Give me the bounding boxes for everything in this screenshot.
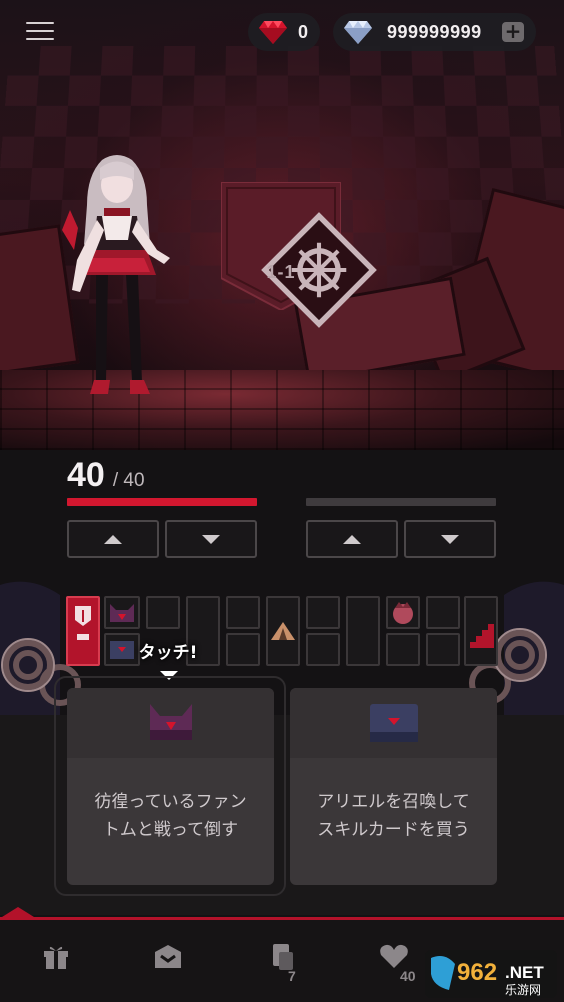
map-cell[interactable] [426,633,460,666]
treasure-chest-icon [369,704,418,742]
card-text-line: 彷徨っているファン [94,792,247,812]
player-hp: 40 / 40 [67,456,145,495]
svg-text:乐游网: 乐游网 [505,983,541,997]
stage-banner[interactable]: 1-1 [220,181,377,328]
card-text-line: スキルカードを買う [317,820,470,840]
stage-label: 1-1 [266,262,296,282]
map-cell-enemy[interactable] [104,596,140,629]
tap-tooltip: タッチ! [138,643,198,663]
arrow-down-icon [202,534,220,544]
map-cell[interactable] [146,596,180,629]
card-description: 彷徨っているファン トムと戦って倒す [67,788,274,844]
heart-count: 40 [400,968,416,984]
ruby-count: 0 [298,21,309,42]
heroine-character [62,155,170,394]
card-header [290,688,497,758]
map-cell[interactable] [306,633,340,666]
menu-icon-line [26,22,54,24]
battle-scene: 1-1 [0,0,564,450]
svg-text:962: 962 [457,959,497,986]
deck-count: 7 [288,968,296,984]
menu-icon-line [26,38,54,40]
enemy-hp-bar [306,498,496,506]
player-up-button[interactable] [67,520,159,558]
arrow-up-icon [104,534,122,544]
elite-enemy-icon [393,602,413,624]
gem-counter[interactable]: 999999999 + [333,13,536,51]
heart-icon [380,944,408,968]
diamond-icon [344,21,372,44]
stairs-icon [470,624,494,648]
map-cell-current[interactable] [66,596,100,666]
menu-icon-line [26,30,54,32]
card-deck-icon [273,944,293,970]
tent-icon [271,622,295,640]
ruby-counter[interactable]: 0 [248,13,320,51]
site-watermark-logo: 962 .NET 乐游网 [425,950,557,998]
add-gems-button[interactable]: + [502,21,524,42]
gem-count: 999999999 [387,21,482,42]
player-hp-bar [67,498,257,506]
gift-icon [44,946,68,969]
map-cell[interactable] [226,596,260,629]
enemy-down-button[interactable] [404,520,496,558]
map-cell[interactable] [386,633,420,666]
nav-health[interactable]: 40 [364,942,424,992]
map-cell[interactable] [226,633,260,666]
enemy-up-button[interactable] [306,520,398,558]
menu-button[interactable] [26,22,54,44]
nav-gift[interactable] [26,942,86,992]
map-cell-exit[interactable] [464,596,498,666]
phantom-mask-icon [149,704,192,740]
card-text-line: トムと戦って倒す [102,820,239,840]
hp-current: 40 [67,456,105,494]
player-marker-icon [75,606,91,640]
card-text-line: アリエルを召喚して [317,792,470,812]
player-hp-fill [67,498,257,506]
card-header [67,688,274,758]
map-cell-camp[interactable] [266,596,300,666]
fight-phantom-card[interactable]: 彷徨っているファン トムと戦って倒す [67,688,274,885]
nav-inventory[interactable] [138,942,198,992]
player-down-button[interactable] [165,520,257,558]
map-cell[interactable] [306,596,340,629]
phantom-icon [110,604,134,622]
map-cell[interactable] [426,596,460,629]
map-cell-elite[interactable] [386,596,420,629]
map-cell[interactable] [346,596,380,666]
box-icon [155,945,181,968]
card-description: アリエルを召喚して スキルカードを買う [290,788,497,844]
arrow-down-icon [441,534,459,544]
nav-deck[interactable]: 7 [252,942,312,992]
svg-text:.NET: .NET [505,963,544,982]
arrow-up-icon [343,534,361,544]
hp-max: / 40 [112,470,145,491]
ruby-icon [259,21,287,44]
summon-ariel-card[interactable]: アリエルを召喚して スキルカードを買う [290,688,497,885]
nav-indicator [2,907,34,917]
